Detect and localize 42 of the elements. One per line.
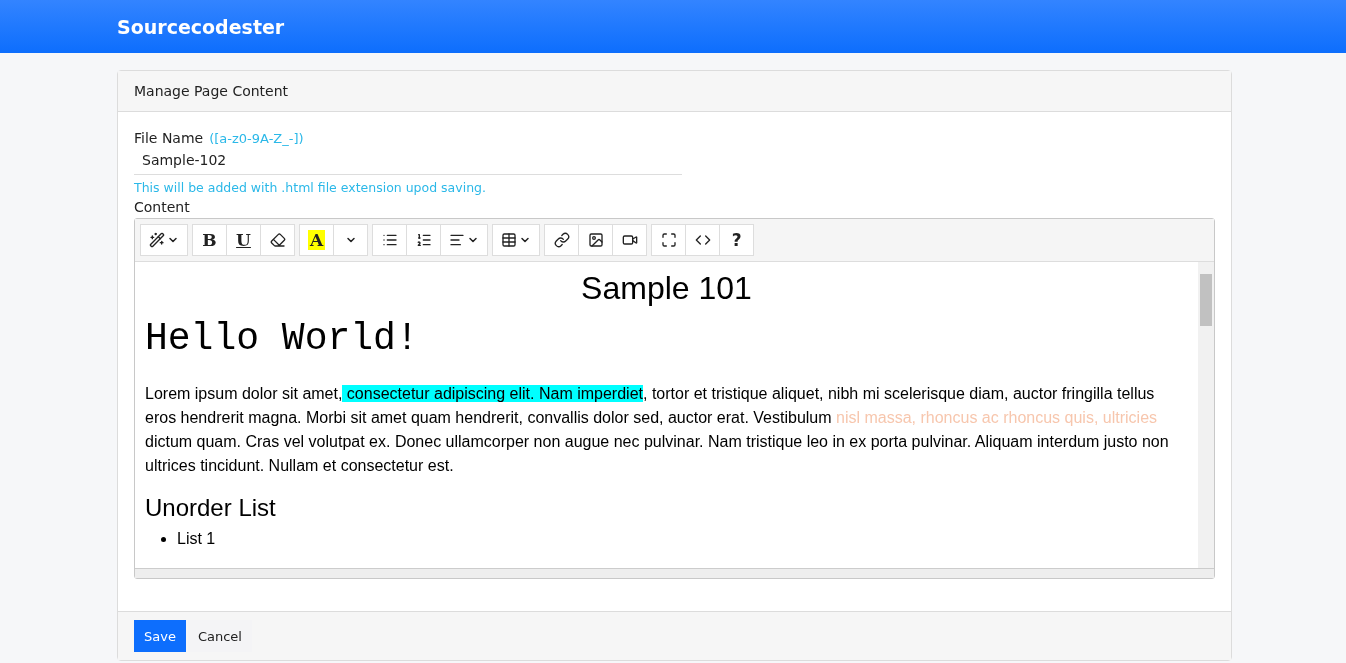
scrollbar-thumb[interactable]	[1200, 274, 1212, 326]
brand[interactable]: Sourcecodester	[117, 15, 285, 38]
color-button[interactable]: A	[299, 224, 335, 256]
content-label: Content	[134, 199, 191, 215]
scrollbar[interactable]	[1198, 262, 1214, 568]
fullscreen-icon	[660, 232, 677, 248]
picture-button[interactable]	[578, 224, 614, 256]
link-icon	[553, 232, 570, 248]
card-title: Manage Page Content	[134, 83, 289, 99]
help-button[interactable]: ?	[719, 224, 755, 256]
field-hint: ([a-z0-9A-Z_-])	[209, 131, 304, 146]
video-button[interactable]	[612, 224, 648, 256]
table-icon	[501, 232, 518, 248]
field-label: File Name	[134, 130, 204, 146]
list-item: List 1	[177, 529, 216, 549]
help-text: This will be added with .html file extension upod saving.	[134, 180, 487, 195]
bullet-icon	[161, 536, 166, 542]
wand-icon	[149, 232, 165, 248]
fullscreen-button[interactable]	[651, 224, 687, 256]
eraser-icon	[269, 232, 286, 248]
link-button[interactable]	[544, 224, 580, 256]
video-icon	[621, 232, 638, 248]
resize-handle[interactable]	[135, 568, 1214, 578]
table-button[interactable]	[492, 224, 541, 256]
align-button[interactable]	[440, 224, 489, 256]
picture-icon	[587, 232, 604, 248]
content-subheading: Unorder List	[145, 494, 277, 522]
content-paragraph: Lorem ipsum dolor sit amet, consectetur adipiscing elit. Nam imperdiet, tortor et tristique aliquet, nibh mi scelerisque diam, auctor fringilla tellus eros hendrerit magna. Morbi sit amet quam hendrerit, convallis dolor sed, auctor erat. Vestibulum nisl massa, rhoncus ac rhoncus quis, ultricies dictum quam. Cras vel volutpat ex. Donec ullamcorper non augue nec pulvinar. Nam tristique leo in ex porta pulvinar. Aliquam interdum justo non ultrices tincidunt. Nullam et consectetur est.	[145, 384, 1170, 476]
underline-button[interactable]: U	[226, 224, 261, 256]
align-icon	[449, 232, 466, 248]
ol-icon	[415, 232, 432, 248]
ol-button[interactable]	[406, 224, 442, 256]
code-button[interactable]	[685, 224, 721, 256]
save-button[interactable]: Save	[134, 620, 186, 652]
magic-button[interactable]	[140, 224, 188, 256]
content-heading: Hello World!	[145, 317, 420, 360]
code-icon	[694, 232, 711, 248]
ul-button[interactable]	[372, 224, 408, 256]
bold-button[interactable]: B	[192, 224, 227, 256]
content-title: Sample 101	[580, 270, 753, 307]
ul-icon	[381, 232, 398, 248]
eraser-button[interactable]	[260, 224, 295, 256]
